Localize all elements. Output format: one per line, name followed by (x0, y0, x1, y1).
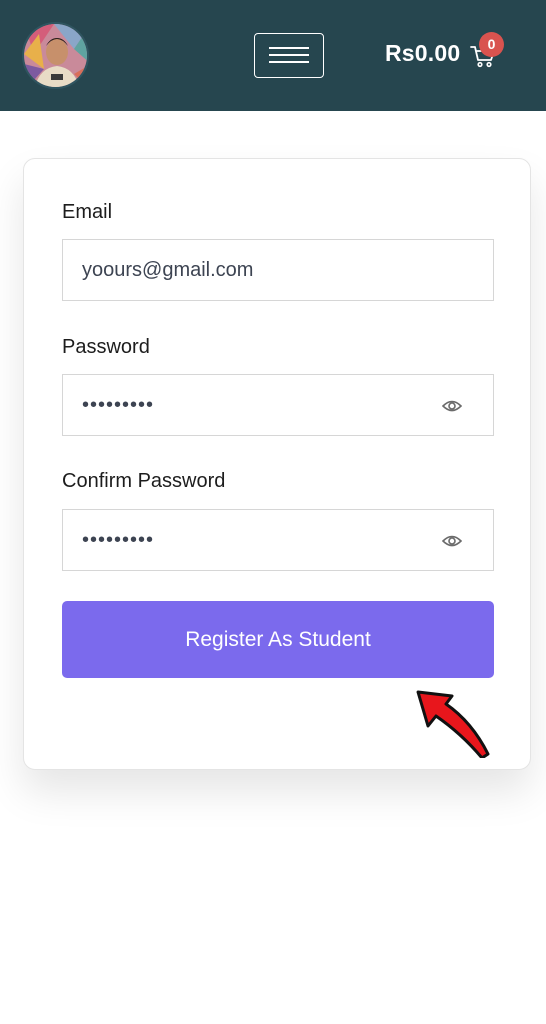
avatar-image (24, 24, 87, 87)
email-field-wrapper (62, 239, 494, 301)
confirm-password-label: Confirm Password (62, 470, 226, 492)
eye-icon[interactable] (442, 396, 462, 416)
password-label: Password (62, 336, 150, 358)
user-avatar[interactable] (22, 22, 89, 89)
top-header: Rs0.00 0 (0, 0, 546, 111)
register-button[interactable]: Register As Student (62, 601, 494, 678)
email-field[interactable] (63, 240, 493, 300)
cart-total[interactable]: Rs0.00 (385, 40, 460, 67)
hamburger-menu-icon[interactable] (254, 33, 324, 78)
password-field-wrapper (62, 374, 494, 436)
password-field[interactable] (63, 375, 493, 435)
registration-card: Email Password Confirm Password Register… (23, 158, 531, 770)
menu-line (269, 47, 309, 49)
email-label: Email (62, 201, 113, 223)
menu-line (269, 61, 309, 63)
confirm-password-field-wrapper (62, 509, 494, 571)
eye-icon[interactable] (442, 531, 462, 551)
menu-line (269, 54, 309, 56)
cart-count-badge: 0 (479, 32, 504, 57)
confirm-password-field[interactable] (63, 510, 493, 570)
red-arrow-pointer (416, 690, 490, 758)
